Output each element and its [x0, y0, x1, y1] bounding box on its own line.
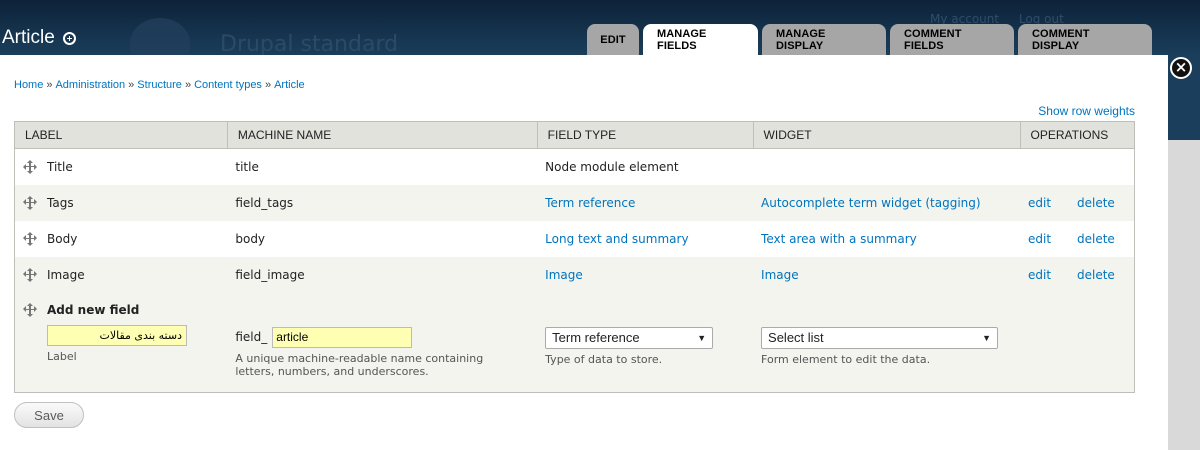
field-machine-name: body	[227, 220, 538, 257]
header-widget: WIDGET	[753, 121, 1021, 149]
table-row: Body body Long text and summary Text are…	[14, 220, 1135, 257]
field-type-link[interactable]: Term reference	[545, 196, 635, 210]
field-widget	[753, 148, 1020, 185]
add-new-field-title: Add new field	[47, 302, 140, 317]
fields-table: LABEL MACHINE NAME FIELD TYPE WIDGET OPE…	[14, 121, 1135, 393]
widget-select[interactable]: Select list ▼	[761, 326, 999, 349]
drag-handle-icon[interactable]	[23, 267, 37, 282]
page-title: Article	[2, 27, 55, 48]
drag-handle-icon[interactable]	[23, 231, 37, 246]
chevron-down-icon: ▼	[982, 332, 992, 343]
new-field-operations	[1020, 292, 1135, 393]
field-machine-name: field_image	[227, 256, 538, 293]
field-label: Body	[47, 231, 78, 246]
breadcrumb-content-types[interactable]: Content types	[194, 79, 262, 91]
header-field-type: FIELD TYPE	[537, 121, 754, 149]
delete-link[interactable]: delete	[1077, 196, 1126, 210]
field-type: Node module element	[537, 148, 754, 185]
field-operations: edit delete	[1028, 268, 1126, 282]
table-row: Image field_image Image Image edit delete	[14, 256, 1135, 293]
field-type-link[interactable]: Long text and summary	[545, 232, 688, 246]
field-operations	[1020, 148, 1135, 185]
new-field-label-input[interactable]	[47, 324, 187, 346]
field-widget-link[interactable]: Text area with a summary	[761, 232, 917, 246]
background-edge	[1168, 55, 1200, 450]
header-label: LABEL	[14, 121, 228, 149]
new-field-label-description: Label	[47, 349, 77, 363]
tab-bar: EDIT MANAGE FIELDS MANAGE DISPLAY COMMEN…	[587, 24, 1156, 55]
header-machine-name: MACHINE NAME	[227, 121, 538, 149]
tab-manage-fields[interactable]: MANAGE FIELDS	[643, 24, 758, 55]
delete-link[interactable]: delete	[1077, 268, 1126, 282]
breadcrumb-administration[interactable]: Administration	[55, 79, 125, 91]
breadcrumb: Home» Administration» Structure» Content ty…	[14, 79, 305, 91]
delete-link[interactable]: delete	[1077, 232, 1126, 246]
edit-link[interactable]: edit	[1028, 196, 1077, 210]
breadcrumb-structure[interactable]: Structure	[137, 79, 182, 91]
field-machine-name: field_tags	[227, 184, 538, 221]
field-operations: edit delete	[1028, 196, 1126, 210]
field-label: Image	[47, 267, 85, 282]
field-type-selected-value: Term reference	[552, 330, 640, 345]
table-row: Tags field_tags Term reference Autocompl…	[14, 184, 1135, 221]
drag-handle-icon[interactable]	[23, 159, 37, 174]
overlay-panel: Home» Administration» Structure» Content ty…	[0, 55, 1168, 450]
new-field-machine-name-input[interactable]	[272, 326, 413, 348]
overlay-title: Article	[2, 27, 76, 49]
add-new-field-row: Add new field Label field_ A unique mach…	[14, 292, 1135, 393]
widget-selected-value: Select list	[768, 330, 824, 345]
field-widget-link[interactable]: Autocomplete term widget (tagging)	[761, 196, 981, 210]
field-type-link[interactable]: Image	[545, 268, 583, 282]
edit-link[interactable]: edit	[1028, 232, 1077, 246]
drag-handle-icon[interactable]	[23, 195, 37, 210]
tab-comment-display[interactable]: COMMENT DISPLAY	[1018, 24, 1152, 55]
machine-name-description: A unique machine-readable name containin…	[235, 351, 484, 378]
save-button[interactable]: Save	[14, 402, 84, 428]
site-name: Drupal standard	[220, 32, 399, 57]
edit-link[interactable]: edit	[1028, 268, 1077, 282]
field-label: Tags	[47, 195, 74, 210]
drag-handle-icon[interactable]	[23, 302, 37, 317]
close-icon[interactable]: ×	[1170, 57, 1192, 79]
tab-manage-display[interactable]: MANAGE DISPLAY	[762, 24, 886, 55]
show-row-weights-link[interactable]: Show row weights	[1038, 104, 1135, 118]
add-shortcut-icon[interactable]	[62, 31, 76, 45]
header-operations: OPERATIONS	[1020, 121, 1135, 149]
breadcrumb-home[interactable]: Home	[14, 79, 43, 91]
field-machine-name: title	[227, 148, 538, 185]
tab-comment-fields[interactable]: COMMENT FIELDS	[890, 24, 1014, 55]
field-label: Title	[47, 159, 73, 174]
widget-description: Form element to edit the data.	[761, 352, 931, 366]
field-operations: edit delete	[1028, 232, 1126, 246]
table-header-row: LABEL MACHINE NAME FIELD TYPE WIDGET OPE…	[14, 121, 1135, 149]
field-type-select[interactable]: Term reference ▼	[545, 326, 714, 349]
field-type-description: Type of data to store.	[545, 352, 663, 366]
tab-edit[interactable]: EDIT	[587, 24, 639, 55]
breadcrumb-article[interactable]: Article	[274, 79, 305, 91]
chevron-down-icon: ▼	[697, 332, 707, 343]
field-widget-link[interactable]: Image	[761, 268, 799, 282]
machine-name-prefix: field_	[235, 330, 268, 344]
table-row: Title title Node module element	[14, 148, 1135, 185]
